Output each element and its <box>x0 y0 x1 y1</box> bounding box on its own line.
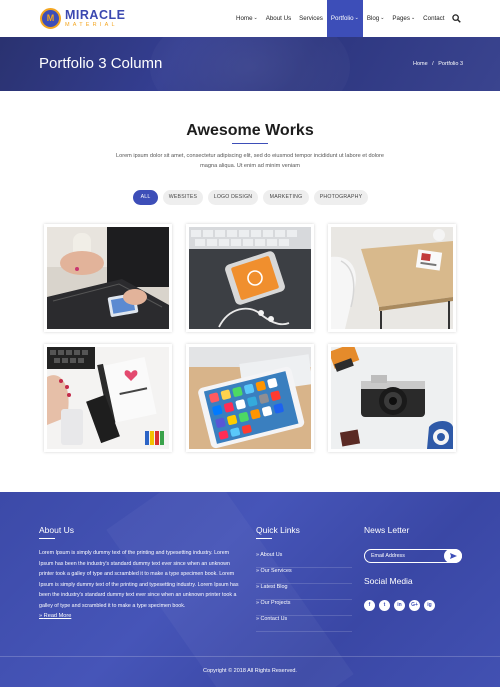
footer-social-heading: Social Media <box>364 576 413 586</box>
laptop-phone-photo <box>47 227 169 329</box>
breadcrumb-separator: / <box>432 61 434 67</box>
heading-underline <box>256 538 272 539</box>
page-title-banner: Portfolio 3 Column Home / Portfolio 3 <box>0 37 500 91</box>
logo-mark-icon <box>40 8 61 29</box>
section-description: Lorem ipsum dolor sit amet, consectetur … <box>115 153 385 169</box>
footer-about-heading: About Us <box>39 525 74 535</box>
nav-item-pages[interactable]: Pages ⌄ <box>388 0 419 37</box>
brand-logo[interactable]: MIRACLE MATERIAL <box>40 8 125 29</box>
quick-link-contact[interactable]: » Contact Us <box>256 616 352 632</box>
footer-quick-links-heading: Quick Links <box>256 525 300 535</box>
portfolio-item[interactable] <box>186 224 314 332</box>
breadcrumb-home[interactable]: Home <box>413 61 428 67</box>
send-icon <box>450 553 457 559</box>
navbar: MIRACLE MATERIAL Home⌄ About Us Services… <box>0 0 500 37</box>
chevron-down-icon: ⌄ <box>380 15 385 21</box>
filter-photography[interactable]: PHOTOGRAPHY <box>314 190 368 205</box>
portfolio-item[interactable] <box>328 224 456 332</box>
heading-underline <box>39 538 55 539</box>
quick-link-projects[interactable]: » Our Projects <box>256 600 352 616</box>
read-more-link[interactable]: » Read More <box>39 613 71 619</box>
filter-logo-design[interactable]: LOGO DESIGN <box>208 190 258 205</box>
search-icon[interactable] <box>452 14 461 23</box>
portfolio-filters: ALL WEBSITES LOGO DESIGN MARKETING PHOTO… <box>0 190 500 205</box>
quick-link-services[interactable]: » Our Services <box>256 568 352 584</box>
breadcrumb-current: Portfolio 3 <box>438 61 463 67</box>
newsletter-email-input[interactable]: Email Address <box>371 553 405 559</box>
nav-item-about[interactable]: About Us <box>262 0 295 37</box>
tablet-apps-photo <box>189 347 311 449</box>
newsletter-form: Email Address <box>364 549 462 563</box>
quick-link-blog[interactable]: » Latest Blog <box>256 584 352 600</box>
section-divider <box>232 143 268 144</box>
nav-item-contact[interactable]: Contact <box>419 0 448 37</box>
main-menu: Home ⌄ About Us Services Portfolio ⌄ Blog ⌄… <box>232 0 448 37</box>
notebook-hands-photo <box>47 347 169 449</box>
chevron-down-icon: ⌄ <box>354 15 359 21</box>
filter-marketing[interactable]: MARKETING <box>263 190 309 205</box>
facebook-icon[interactable]: f <box>364 600 375 611</box>
nav-item-portfolio[interactable]: Portfolio ⌄ <box>326 0 363 37</box>
brand-subtitle: MATERIAL <box>65 21 118 28</box>
linkedin-icon[interactable]: in <box>394 600 405 611</box>
portfolio-item[interactable] <box>44 224 172 332</box>
brand-title: MIRACLE <box>65 8 126 22</box>
newsletter-submit-button[interactable] <box>444 549 462 563</box>
footer-divider <box>0 656 500 657</box>
page-title: Portfolio 3 Column <box>39 55 163 72</box>
chevron-down-icon: ⌄ <box>410 15 416 21</box>
copyright-text: Copyright © 2018 All Rights Reserved. <box>203 668 297 674</box>
chevron-down-icon: ⌄ <box>253 15 258 21</box>
portfolio-item[interactable] <box>328 344 456 452</box>
portfolio-item[interactable] <box>186 344 314 452</box>
desk-chair-photo <box>331 227 453 329</box>
nav-item-blog[interactable]: Blog ⌄ <box>363 0 389 37</box>
nav-item-home[interactable]: Home ⌄ <box>232 0 262 37</box>
footer-newsletter-heading: News Letter <box>364 525 410 535</box>
nav-item-services[interactable]: Services <box>295 0 327 37</box>
filter-all[interactable]: ALL <box>133 190 158 205</box>
footer-about-text: Lorem Ipsum is simply dummy text of the … <box>39 550 239 609</box>
breadcrumb: Home / Portfolio 3 <box>413 61 463 67</box>
camera-photo <box>331 347 453 449</box>
google-plus-icon[interactable]: G+ <box>409 600 420 611</box>
twitter-icon[interactable]: t <box>379 600 390 611</box>
keyboard-phone-photo <box>189 227 311 329</box>
section-title: Awesome Works <box>186 122 314 139</box>
filter-websites[interactable]: WEBSITES <box>163 190 203 205</box>
portfolio-item[interactable] <box>44 344 172 452</box>
quick-link-about[interactable]: » About Us <box>256 552 352 568</box>
instagram-icon[interactable]: ig <box>424 600 435 611</box>
